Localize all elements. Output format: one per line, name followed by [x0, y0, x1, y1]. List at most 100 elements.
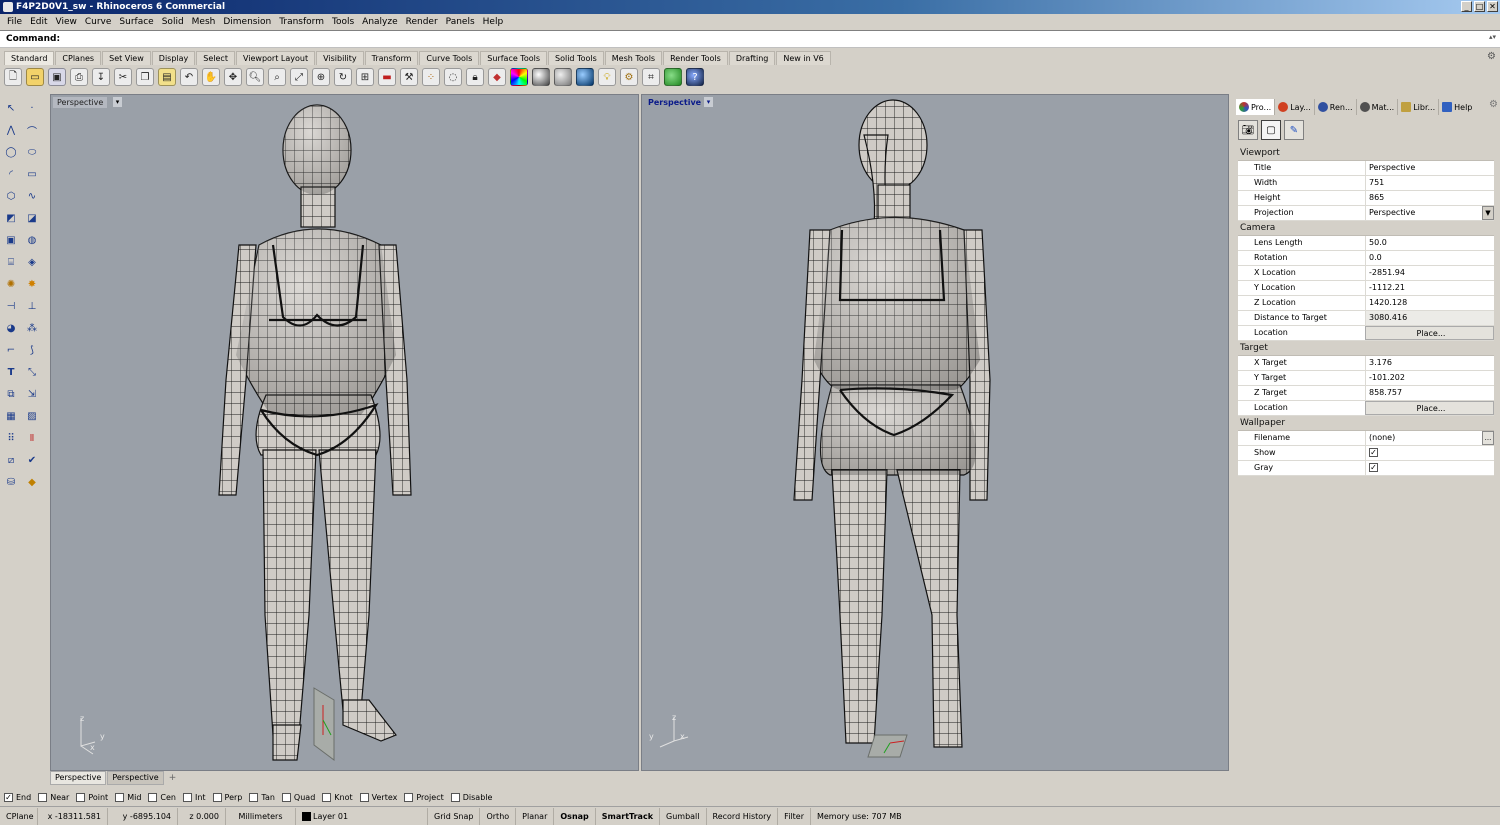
- menu-edit[interactable]: Edit: [26, 15, 51, 29]
- osnap-disable-checkbox[interactable]: [450, 792, 460, 802]
- chevron-down-icon[interactable]: ▼: [1482, 206, 1494, 220]
- menu-solid[interactable]: Solid: [158, 15, 188, 29]
- y-target-field[interactable]: -101.202: [1365, 371, 1494, 385]
- tab-select[interactable]: Select: [196, 51, 235, 65]
- show-checkbox[interactable]: ✓: [1369, 448, 1378, 457]
- viewport-left[interactable]: Perspective ▾ z y x: [50, 94, 639, 771]
- sphere-icon[interactable]: [532, 68, 550, 86]
- osnap-tan[interactable]: Tan: [249, 792, 275, 802]
- osnap-quad[interactable]: Quad: [281, 792, 315, 802]
- status-units[interactable]: Millimeters: [226, 807, 296, 825]
- polyline-icon[interactable]: ⋀: [2, 122, 20, 139]
- light-bulb-icon[interactable]: 💡︎: [598, 68, 616, 86]
- width-value-field[interactable]: 751: [1365, 176, 1494, 190]
- light-tool-icon[interactable]: ✺: [2, 276, 20, 293]
- status-layer[interactable]: Layer 01: [296, 807, 428, 825]
- menu-surface[interactable]: Surface: [115, 15, 157, 29]
- material-icon[interactable]: ◆: [488, 68, 506, 86]
- viewport-tab-2[interactable]: Perspective: [107, 771, 164, 785]
- osnap-point-checkbox[interactable]: [76, 792, 86, 802]
- command-line[interactable]: Command: ▴▾: [0, 30, 1500, 48]
- zoom-icon[interactable]: 🔍︎: [246, 68, 264, 86]
- osnap-project[interactable]: Project: [404, 792, 444, 802]
- circle-icon[interactable]: ◯: [2, 144, 20, 161]
- lock-icon[interactable]: 🔒︎: [466, 68, 484, 86]
- osnap-perp-checkbox[interactable]: [212, 792, 222, 802]
- copy-icon[interactable]: ❐: [136, 68, 154, 86]
- trim-icon[interactable]: ⊣: [2, 298, 20, 315]
- add-viewport-tab-icon[interactable]: +: [169, 773, 177, 783]
- print-icon[interactable]: ⎙: [70, 68, 88, 86]
- osnap-int[interactable]: Int: [182, 792, 206, 802]
- polygon-icon[interactable]: ⬡: [2, 188, 20, 205]
- osnap-point[interactable]: Point: [76, 792, 108, 802]
- menu-view[interactable]: View: [52, 15, 81, 29]
- tab-properties[interactable]: Pro...: [1236, 99, 1276, 115]
- tab-standard[interactable]: Standard: [4, 51, 55, 65]
- distance-icon[interactable]: Ⅱ: [23, 430, 41, 447]
- tab-materials[interactable]: Mat...: [1357, 99, 1399, 115]
- dimension-icon[interactable]: ⤡: [23, 364, 41, 381]
- tab-drafting[interactable]: Drafting: [728, 51, 776, 65]
- height-value-field[interactable]: 865: [1365, 191, 1494, 205]
- tab-render-tools[interactable]: Render Tools: [663, 51, 728, 65]
- menu-mesh[interactable]: Mesh: [188, 15, 220, 29]
- zoom-selected-icon[interactable]: ⊕: [312, 68, 330, 86]
- viewport-right[interactable]: Perspective ▾ z y x: [641, 94, 1229, 771]
- z-location-field[interactable]: 1420.128: [1365, 296, 1494, 310]
- z-target-field[interactable]: 858.757: [1365, 386, 1494, 400]
- settings-gear-icon[interactable]: ⚙: [620, 68, 638, 86]
- tab-cplanes[interactable]: CPlanes: [55, 51, 102, 65]
- tab-new-in-v6[interactable]: New in V6: [776, 51, 831, 65]
- grid-array-icon[interactable]: ⠿: [2, 430, 20, 447]
- flip-icon[interactable]: ⧄: [2, 452, 20, 469]
- osnap-cen-checkbox[interactable]: [148, 792, 158, 802]
- boolean-icon[interactable]: ◕: [2, 320, 20, 337]
- zoom-extents-icon[interactable]: ⤢: [290, 68, 308, 86]
- osnap-project-checkbox[interactable]: [404, 792, 414, 802]
- arc-icon[interactable]: ◜: [2, 166, 20, 183]
- osnap-near-checkbox[interactable]: [38, 792, 48, 802]
- freeform-icon[interactable]: ∿: [23, 188, 41, 205]
- status-cplane[interactable]: CPlane: [0, 807, 38, 825]
- camera-icon[interactable]: 📷︎: [1238, 120, 1258, 140]
- title-value-field[interactable]: Perspective: [1365, 161, 1494, 175]
- maximize-button[interactable]: □: [1474, 1, 1485, 12]
- box-icon[interactable]: ▣: [2, 232, 20, 249]
- grid-icon[interactable]: ⌗: [642, 68, 660, 86]
- camera-place-button[interactable]: Place...: [1365, 326, 1494, 340]
- solid-union-icon[interactable]: ◍: [23, 232, 41, 249]
- array-icon[interactable]: ⁂: [23, 320, 41, 337]
- mesh-icon[interactable]: ◈: [23, 254, 41, 271]
- car-icon[interactable]: ▬: [378, 68, 396, 86]
- render-tool-icon[interactable]: ◆: [23, 474, 41, 491]
- tab-render[interactable]: Ren...: [1315, 99, 1357, 115]
- osnap-near[interactable]: Near: [38, 792, 69, 802]
- tab-surface-tools[interactable]: Surface Tools: [480, 51, 548, 65]
- scale-icon[interactable]: ⇲: [23, 386, 41, 403]
- y-location-field[interactable]: -1112.21: [1365, 281, 1494, 295]
- cylinder-icon[interactable]: ⌸: [2, 254, 20, 271]
- osnap-quad-checkbox[interactable]: [281, 792, 291, 802]
- import-icon[interactable]: ↧: [92, 68, 110, 86]
- tab-layers[interactable]: Lay...: [1275, 99, 1315, 115]
- gray-checkbox[interactable]: ✓: [1369, 463, 1378, 472]
- text-icon[interactable]: T: [2, 364, 20, 381]
- osnap-mid[interactable]: Mid: [115, 792, 141, 802]
- smarttrack-toggle[interactable]: SmartTrack: [596, 807, 661, 825]
- menu-help[interactable]: Help: [479, 15, 508, 29]
- osnap-end[interactable]: ✓ End: [4, 792, 31, 802]
- explode-icon[interactable]: ✸: [23, 276, 41, 293]
- split-icon[interactable]: ⊥: [23, 298, 41, 315]
- save-icon[interactable]: ▣: [48, 68, 66, 86]
- display-settings-icon[interactable]: ✎: [1284, 120, 1304, 140]
- shaded-icon[interactable]: [554, 68, 572, 86]
- osnap-perp[interactable]: Perp: [212, 792, 242, 802]
- target-place-button[interactable]: Place...: [1365, 401, 1494, 415]
- lens-length-field[interactable]: 50.0: [1365, 236, 1494, 250]
- grid-snap-toggle[interactable]: Grid Snap: [428, 807, 481, 825]
- check-icon[interactable]: ✔: [23, 452, 41, 469]
- osnap-vertex[interactable]: Vertex: [359, 792, 397, 802]
- light-icon[interactable]: ◌: [444, 68, 462, 86]
- osnap-end-checkbox[interactable]: ✓: [4, 792, 13, 802]
